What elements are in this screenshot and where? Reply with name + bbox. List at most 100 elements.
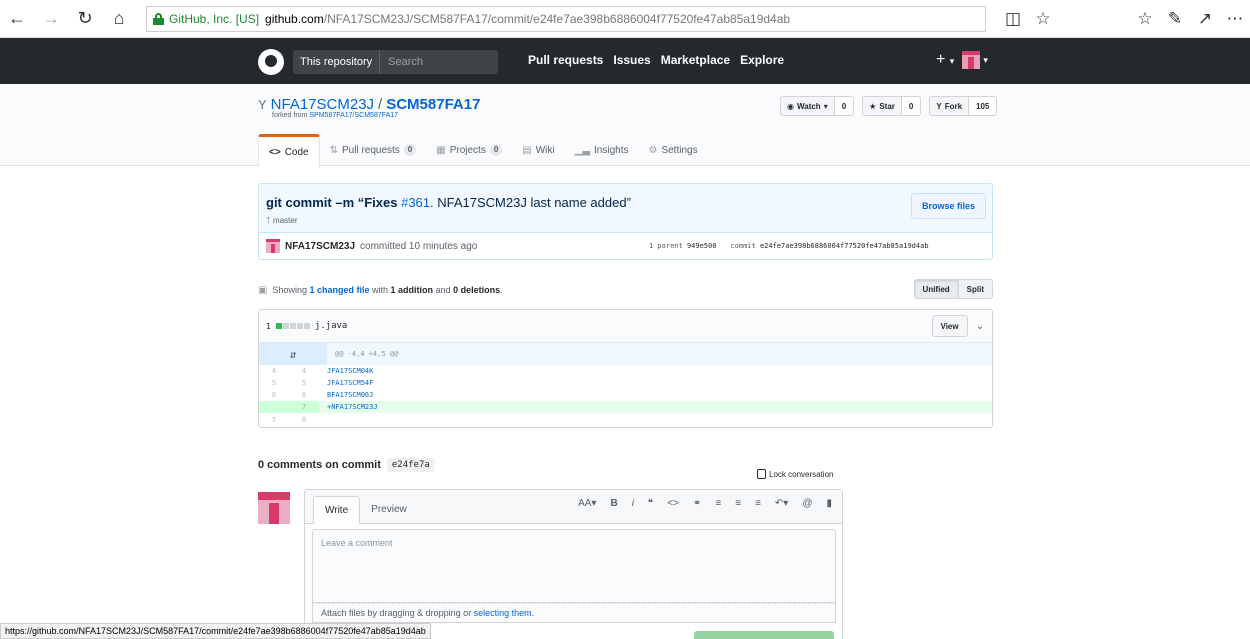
task-list-icon[interactable]: ≡ bbox=[755, 498, 761, 509]
lock-conversation-button[interactable]: Lock conversation bbox=[757, 469, 833, 479]
comment-textarea[interactable]: Leave a comment bbox=[312, 529, 836, 603]
tab-settings[interactable]: ⚙ Settings bbox=[638, 134, 707, 166]
more-icon[interactable]: ⋯ bbox=[1220, 0, 1250, 38]
refresh-icon[interactable]: ↻ bbox=[68, 0, 102, 38]
avatar[interactable] bbox=[258, 492, 290, 524]
reply-icon[interactable]: ↶▾ bbox=[775, 498, 788, 509]
diff-line: 5 5 JFA17SCM54F bbox=[259, 377, 992, 389]
old-line-number[interactable]: 5 bbox=[259, 377, 289, 389]
forward-icon[interactable]: → bbox=[34, 0, 68, 38]
unified-button[interactable]: Unified bbox=[913, 279, 959, 299]
reading-view-icon[interactable]: ◫ bbox=[998, 0, 1028, 38]
tab-write[interactable]: Write bbox=[313, 496, 361, 524]
quote-icon[interactable]: ❝ bbox=[648, 498, 653, 509]
github-logo-icon[interactable] bbox=[258, 49, 284, 75]
commit-title-prefix: git commit –m “Fixes bbox=[266, 195, 402, 210]
favorites-hub-icon[interactable]: ☆ bbox=[1130, 0, 1160, 38]
commit-author[interactable]: NFA17SCM23J bbox=[285, 241, 355, 252]
numbered-list-icon[interactable]: ≡ bbox=[735, 498, 741, 509]
file-name-link[interactable]: j.java bbox=[315, 321, 348, 331]
eye-icon: ◉ bbox=[787, 101, 794, 111]
tab-pull-requests[interactable]: ⇅ Pull requests 0 bbox=[320, 134, 427, 166]
link-icon[interactable]: ⚭ bbox=[693, 498, 701, 509]
view-file-button[interactable]: View bbox=[931, 315, 968, 337]
new-line-number[interactable]: 5 bbox=[289, 377, 319, 389]
new-line-number[interactable]: 4 bbox=[289, 365, 319, 377]
comments-heading-text: 0 comments on commit bbox=[258, 459, 381, 471]
parent-sha-link[interactable]: 949e500 bbox=[687, 242, 717, 250]
tab-preview[interactable]: Preview bbox=[360, 496, 418, 523]
repo-name-link[interactable]: SCM587FA17 bbox=[386, 96, 480, 113]
changed-files-link[interactable]: 1 changed file bbox=[309, 285, 369, 295]
bold-icon[interactable]: B bbox=[610, 498, 617, 509]
new-line-number[interactable]: 7 bbox=[289, 401, 319, 413]
branch-name[interactable]: master bbox=[273, 216, 297, 225]
expand-icon[interactable]: ⇵ bbox=[259, 343, 327, 365]
toc-showing: Showing bbox=[272, 285, 310, 295]
chevron-down-icon: ▾ bbox=[983, 54, 988, 65]
file-diff-icon[interactable]: ▣ bbox=[258, 285, 267, 296]
italic-icon[interactable]: i bbox=[632, 498, 634, 509]
new-line-number[interactable]: 6 bbox=[289, 389, 319, 401]
watch-label: Watch bbox=[796, 101, 821, 111]
star-count[interactable]: 0 bbox=[901, 96, 922, 116]
tab-pull-requests-label: Pull requests bbox=[341, 144, 400, 156]
hunk-row: ⇵ @@ -4,4 +4,5 @@ bbox=[259, 343, 992, 365]
split-button[interactable]: Split bbox=[958, 279, 993, 299]
tab-projects[interactable]: ▦ Projects 0 bbox=[426, 134, 512, 166]
browse-files-button[interactable]: Browse files bbox=[910, 193, 986, 219]
header-text-icon[interactable]: AA▾ bbox=[578, 498, 596, 509]
old-line-number[interactable] bbox=[259, 401, 289, 413]
tab-code[interactable]: <> Code bbox=[258, 134, 320, 167]
watch-count[interactable]: 0 bbox=[834, 96, 855, 116]
old-line-number[interactable]: 4 bbox=[259, 365, 289, 377]
old-line-number[interactable]: 7 bbox=[259, 414, 289, 426]
code-icon[interactable]: <> bbox=[667, 498, 679, 509]
diff-view-switch: Unified Split bbox=[913, 279, 993, 299]
select-files-link[interactable]: selecting them bbox=[474, 608, 532, 618]
certificate-label[interactable]: GitHub, Inc. [US] bbox=[169, 12, 259, 26]
file-actions: View ⌄ bbox=[931, 315, 984, 337]
home-icon[interactable]: ⌂ bbox=[102, 0, 136, 38]
forked-from-link[interactable]: SPM587FA17/SCM587FA17 bbox=[309, 112, 398, 119]
pull-request-icon: ⇅ bbox=[329, 144, 338, 156]
new-line-number[interactable]: 8 bbox=[289, 414, 319, 426]
commit-meta: NFA17SCM23J committed 10 minutes ago 1 p… bbox=[258, 233, 993, 260]
notes-icon[interactable]: ✎ bbox=[1160, 0, 1190, 38]
address-bar[interactable]: GitHub, Inc. [US] github.com/NFA17SCM23J… bbox=[146, 5, 986, 32]
line-code: +NFA17SCM23J bbox=[327, 403, 378, 411]
chevron-down-icon[interactable]: ⌄ bbox=[976, 321, 984, 332]
header-actions: + ▾ ▾ bbox=[936, 51, 988, 69]
nav-issues[interactable]: Issues bbox=[613, 53, 650, 67]
search-scope: This repository bbox=[293, 50, 381, 74]
repo-owner-link[interactable]: NFA17SCM23J bbox=[271, 96, 374, 113]
comment-submit-button[interactable] bbox=[694, 631, 834, 639]
fork-button[interactable]: Y Fork bbox=[929, 96, 970, 116]
share-icon[interactable]: ↗ bbox=[1190, 0, 1220, 38]
star-button[interactable]: ★ Star bbox=[862, 96, 902, 116]
nav-pull-requests[interactable]: Pull requests bbox=[528, 53, 603, 67]
tab-insights[interactable]: ▁▃ Insights bbox=[565, 134, 639, 166]
comment-form: Write Preview AA▾ B i ❝ <> ⚭ ≡ ≡ ≡ ↶▾ @ … bbox=[304, 489, 843, 639]
attach-files-bar[interactable]: Attach files by dragging & dropping or s… bbox=[312, 603, 836, 623]
watch-button[interactable]: ◉ Watch ▾ bbox=[780, 96, 835, 116]
user-menu-button[interactable]: ▾ bbox=[962, 51, 988, 69]
search-input[interactable]: This repository Search bbox=[293, 50, 498, 74]
favorite-icon[interactable]: ☆ bbox=[1028, 0, 1058, 38]
nav-marketplace[interactable]: Marketplace bbox=[661, 53, 730, 67]
lock-icon bbox=[153, 12, 164, 25]
diff-line: 6 6 BFA17SCM06J bbox=[259, 389, 992, 401]
commit-title: git commit –m “Fixes #361. NFA17SCM23J l… bbox=[266, 195, 631, 210]
back-icon[interactable]: ← bbox=[0, 0, 34, 38]
diff-line: 7 8 bbox=[259, 413, 992, 427]
create-new-button[interactable]: + ▾ bbox=[936, 51, 954, 69]
mention-icon[interactable]: @ bbox=[802, 498, 812, 509]
bullet-list-icon[interactable]: ≡ bbox=[715, 498, 721, 509]
tab-wiki[interactable]: ▤ Wiki bbox=[512, 134, 564, 166]
avatar[interactable] bbox=[266, 239, 280, 253]
nav-explore[interactable]: Explore bbox=[740, 53, 784, 67]
issue-link[interactable]: #361 bbox=[401, 195, 430, 210]
fork-count[interactable]: 105 bbox=[969, 96, 998, 116]
old-line-number[interactable]: 6 bbox=[259, 389, 289, 401]
bookmark-icon[interactable]: ▮ bbox=[826, 498, 832, 509]
